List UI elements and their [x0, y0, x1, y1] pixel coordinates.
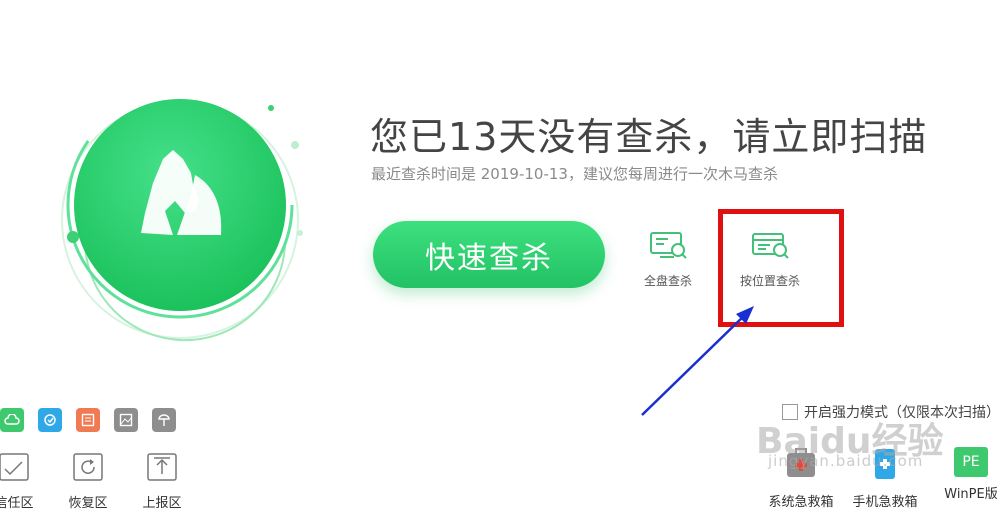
restore-zone-label: 恢复区 — [68, 496, 108, 511]
list-icon[interactable] — [76, 408, 100, 432]
restore-zone-button[interactable]: 恢复区 — [58, 452, 118, 511]
image-icon[interactable] — [114, 408, 138, 432]
upload-zone-label: 上报区 — [142, 496, 182, 511]
annotation-arrow — [641, 306, 754, 416]
full-disk-scan-button[interactable]: 全盘查杀 — [628, 230, 708, 289]
upload-zone-button[interactable]: 上报区 — [132, 452, 192, 511]
refresh-icon[interactable] — [38, 408, 62, 432]
cloud-icon[interactable] — [0, 408, 24, 432]
winpe-icon: PE — [954, 447, 988, 477]
watermark-url: jingyan.baidu.com — [768, 452, 924, 470]
full-disk-scan-icon — [650, 232, 687, 259]
upload-zone-icon — [147, 453, 177, 481]
horse-icon — [61, 91, 303, 342]
last-scan-info: 最近查杀时间是 2019-10-13，建议您每周进行一次木马查杀 — [371, 165, 778, 183]
trust-zone-label: 信任区 — [0, 496, 34, 511]
phone-rescue-label: 手机急救箱 — [852, 495, 918, 510]
network-icon[interactable] — [152, 408, 176, 432]
winpe-label: WinPE版 — [944, 487, 998, 502]
full-disk-scan-label: 全盘查杀 — [643, 274, 692, 288]
trust-zone-icon — [0, 453, 29, 481]
winpe-button[interactable]: PE WinPE版 — [934, 447, 1000, 502]
trust-zone-button[interactable]: 信任区 — [0, 452, 44, 511]
system-rescue-label: 系统急救箱 — [768, 495, 834, 510]
scan-reminder-title: 您已13天没有查杀，请立即扫描 — [370, 115, 928, 159]
trojan-scan-hero — [45, 85, 315, 355]
restore-zone-icon — [73, 453, 103, 481]
quick-scan-button[interactable]: 快速查杀 — [373, 221, 605, 288]
